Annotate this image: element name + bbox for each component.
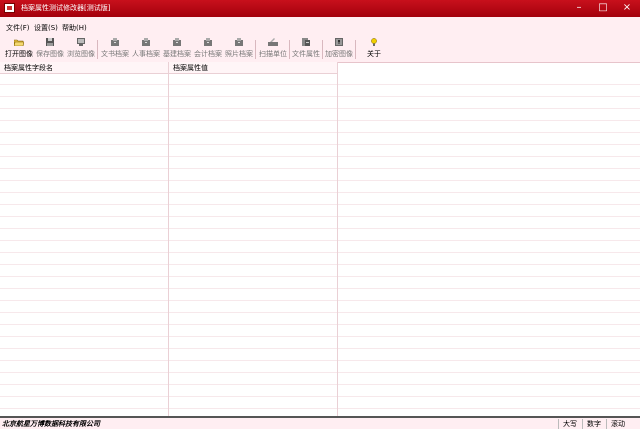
menu-file[interactable]: 文件(F) bbox=[6, 23, 30, 33]
about-button[interactable]: 关于 bbox=[360, 38, 388, 60]
grid-row-line bbox=[0, 360, 640, 361]
save-icon bbox=[46, 38, 54, 46]
grid-row-line bbox=[0, 372, 640, 373]
grid-row-line bbox=[0, 396, 640, 397]
grid-row-line bbox=[0, 144, 640, 145]
encrypt-image-label: 加密图像 bbox=[325, 50, 353, 58]
toolbar-separator bbox=[355, 40, 356, 59]
grid-row-line bbox=[0, 192, 640, 193]
grid-row-line bbox=[0, 408, 640, 409]
properties-icon bbox=[302, 38, 310, 46]
grid-row-line bbox=[0, 240, 640, 241]
accounting-archive-button[interactable]: 会计档案 bbox=[193, 38, 223, 60]
lightbulb-icon bbox=[371, 38, 377, 46]
property-grid[interactable]: 档案属性字段名 档案属性值 bbox=[0, 62, 640, 416]
toolbar-separator bbox=[289, 40, 290, 59]
open-image-label: 打开图像 bbox=[5, 50, 33, 58]
grid-row-line bbox=[0, 84, 640, 85]
maximize-button[interactable]: □ bbox=[596, 3, 610, 14]
file-properties-button[interactable]: 文件属性 bbox=[291, 38, 321, 60]
grid-row-line bbox=[0, 288, 640, 289]
column-header-field-value[interactable]: 档案属性值 bbox=[169, 62, 337, 74]
scan-unit-label: 扫描单位 bbox=[259, 50, 287, 58]
app-icon bbox=[4, 3, 15, 13]
grid-row-line bbox=[0, 276, 640, 277]
text-archive-button[interactable]: 文书档案 bbox=[100, 38, 130, 60]
window-title: 档案属性测试修改器[测试版] bbox=[21, 4, 111, 12]
text-archive-label: 文书档案 bbox=[101, 50, 129, 58]
browse-image-button[interactable]: 浏览图像 bbox=[66, 38, 96, 60]
toolbar: 打开图像 保存图像 浏览图像 文书档案 人事档案 基建档案 会计档案 照片档案 … bbox=[0, 37, 640, 63]
archive-icon bbox=[173, 38, 181, 46]
menu-settings[interactable]: 设置(S) bbox=[34, 23, 58, 33]
construction-archive-label: 基建档案 bbox=[163, 50, 191, 58]
column-divider[interactable] bbox=[168, 62, 169, 416]
construction-archive-button[interactable]: 基建档案 bbox=[162, 38, 192, 60]
grid-row-line bbox=[0, 324, 640, 325]
personnel-archive-button[interactable]: 人事档案 bbox=[131, 38, 161, 60]
grid-row-line bbox=[0, 204, 640, 205]
column-divider[interactable] bbox=[337, 62, 338, 416]
title-bar: 档案属性测试修改器[测试版] – □ × bbox=[0, 0, 640, 17]
scanner-icon bbox=[268, 38, 278, 46]
save-image-button[interactable]: 保存图像 bbox=[35, 38, 65, 60]
status-company: 北京航星万博数据科技有限公司 bbox=[2, 419, 100, 428]
grid-row-line bbox=[0, 228, 640, 229]
archive-icon bbox=[235, 38, 243, 46]
grid-row-line bbox=[0, 264, 640, 265]
grid-row-line bbox=[0, 384, 640, 385]
grid-row-line bbox=[0, 132, 640, 133]
grid-row-line bbox=[0, 96, 640, 97]
grid-row-line bbox=[0, 312, 640, 313]
archive-icon bbox=[142, 38, 150, 46]
menu-bar: 文件(F) 设置(S) 帮助(H) bbox=[0, 17, 640, 37]
menu-help[interactable]: 帮助(H) bbox=[62, 23, 87, 33]
encrypt-image-button[interactable]: 加密图像 bbox=[324, 38, 354, 60]
toolbar-separator bbox=[322, 40, 323, 59]
minimize-button[interactable]: – bbox=[572, 3, 586, 14]
status-caps: 大写 bbox=[558, 419, 582, 429]
photo-archive-button[interactable]: 照片档案 bbox=[224, 38, 254, 60]
grid-row-line bbox=[0, 168, 640, 169]
archive-icon bbox=[204, 38, 212, 46]
about-label: 关于 bbox=[367, 50, 381, 58]
status-scroll: 滚动 bbox=[606, 419, 640, 429]
close-button[interactable]: × bbox=[620, 3, 634, 14]
save-image-label: 保存图像 bbox=[36, 50, 64, 58]
open-image-button[interactable]: 打开图像 bbox=[4, 38, 34, 60]
encrypt-icon bbox=[335, 38, 343, 46]
grid-row-line bbox=[0, 156, 640, 157]
browse-image-label: 浏览图像 bbox=[67, 50, 95, 58]
archive-icon bbox=[111, 38, 119, 46]
accounting-archive-label: 会计档案 bbox=[194, 50, 222, 58]
status-bar: 北京航星万博数据科技有限公司 大写 数字 滚动 bbox=[0, 416, 640, 429]
folder-open-icon bbox=[14, 39, 24, 46]
grid-row-line bbox=[0, 108, 640, 109]
grid-row-line bbox=[0, 180, 640, 181]
grid-row-line bbox=[0, 300, 640, 301]
scan-unit-button[interactable]: 扫描单位 bbox=[258, 38, 288, 60]
toolbar-separator bbox=[97, 40, 98, 59]
window-controls: – □ × bbox=[572, 3, 634, 14]
grid-row-line bbox=[0, 348, 640, 349]
browse-icon bbox=[77, 38, 85, 46]
grid-row-line bbox=[0, 120, 640, 121]
file-properties-label: 文件属性 bbox=[292, 50, 320, 58]
photo-archive-label: 照片档案 bbox=[225, 50, 253, 58]
personnel-archive-label: 人事档案 bbox=[132, 50, 160, 58]
grid-row-line bbox=[0, 252, 640, 253]
grid-row-line bbox=[0, 336, 640, 337]
status-num: 数字 bbox=[582, 419, 606, 429]
column-header-field-name[interactable]: 档案属性字段名 bbox=[0, 62, 169, 74]
grid-row-line bbox=[0, 216, 640, 217]
toolbar-separator bbox=[255, 40, 256, 59]
